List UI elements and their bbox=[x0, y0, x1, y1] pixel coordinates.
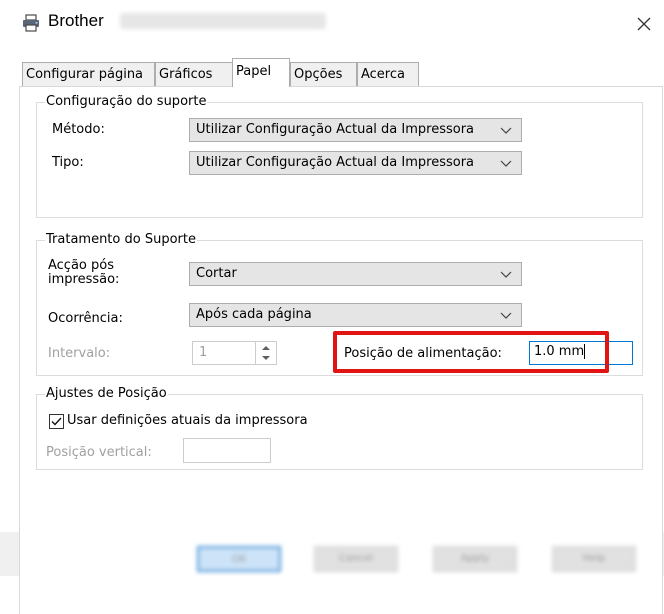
stepper-down-icon bbox=[262, 356, 270, 360]
type-select[interactable]: Utilizar Configuração Actual da Impresso… bbox=[189, 151, 522, 175]
interval-value: 1 bbox=[199, 345, 208, 360]
close-button[interactable] bbox=[628, 8, 660, 40]
occurrence-value: Após cada página bbox=[196, 307, 312, 322]
cancel-button[interactable]: Cancel bbox=[314, 546, 398, 572]
after-print-select[interactable]: Cortar bbox=[189, 262, 522, 286]
feed-position-highlight bbox=[333, 331, 609, 373]
chevron-down-icon bbox=[500, 312, 512, 319]
chevron-down-icon bbox=[500, 271, 512, 278]
close-icon bbox=[637, 17, 651, 31]
window-title: Brother bbox=[48, 11, 104, 30]
help-button-label: Help bbox=[582, 553, 606, 564]
position-adjust-legend: Ajustes de Posição bbox=[45, 386, 168, 401]
apply-button[interactable]: Apply bbox=[433, 546, 517, 572]
method-label: Método: bbox=[52, 122, 105, 137]
use-current-settings-label[interactable]: Usar definições atuais da impressora bbox=[67, 413, 308, 428]
window-title-blurred bbox=[120, 13, 326, 29]
cancel-button-label: Cancel bbox=[339, 553, 373, 564]
chevron-down-icon bbox=[500, 127, 512, 134]
chevron-down-icon bbox=[500, 160, 512, 167]
tab-options[interactable]: Opções bbox=[290, 62, 357, 86]
checkmark-icon bbox=[51, 417, 62, 426]
ok-button-label: OK bbox=[231, 554, 247, 565]
tab-label: Opções bbox=[294, 67, 343, 82]
type-value: Utilizar Configuração Actual da Impresso… bbox=[196, 155, 475, 170]
stepper-arrows[interactable] bbox=[255, 342, 276, 364]
method-value: Utilizar Configuração Actual da Impresso… bbox=[196, 122, 475, 137]
method-select[interactable]: Utilizar Configuração Actual da Impresso… bbox=[189, 118, 522, 142]
media-settings-legend: Configuração do suporte bbox=[45, 94, 208, 109]
tab-paper[interactable]: Papel bbox=[232, 58, 290, 87]
after-print-label-line-1: Acção pós bbox=[48, 258, 114, 273]
stepper-up-icon bbox=[262, 346, 270, 350]
after-print-value: Cortar bbox=[196, 266, 237, 281]
printer-icon bbox=[23, 14, 39, 32]
help-button[interactable]: Help bbox=[552, 546, 636, 572]
after-print-label: Acção pós impressão: bbox=[48, 259, 119, 287]
interval-stepper[interactable]: 1 bbox=[192, 341, 277, 365]
occurrence-select[interactable]: Após cada página bbox=[189, 303, 522, 327]
vertical-position-input[interactable] bbox=[183, 438, 271, 463]
tab-about[interactable]: Acerca bbox=[357, 62, 419, 86]
after-print-label-line-2: impressão: bbox=[48, 272, 120, 287]
ok-button[interactable]: OK bbox=[197, 546, 281, 572]
use-current-settings-checkbox[interactable] bbox=[49, 414, 64, 429]
tab-label: Gráficos bbox=[159, 67, 213, 82]
type-label: Tipo: bbox=[52, 155, 84, 170]
vertical-position-label: Posição vertical: bbox=[46, 445, 152, 460]
interval-label: Intervalo: bbox=[48, 346, 111, 361]
title-bar: Brother bbox=[0, 0, 664, 50]
tab-page-setup[interactable]: Configurar página bbox=[22, 62, 155, 86]
occurrence-label: Ocorrência: bbox=[48, 311, 123, 326]
tab-label: Acerca bbox=[361, 67, 405, 82]
tab-graphics[interactable]: Gráficos bbox=[155, 62, 233, 86]
tab-label: Configurar página bbox=[26, 67, 144, 82]
media-handling-legend: Tratamento do Suporte bbox=[45, 232, 197, 247]
apply-button-label: Apply bbox=[460, 553, 490, 564]
tab-label: Papel bbox=[236, 64, 272, 79]
